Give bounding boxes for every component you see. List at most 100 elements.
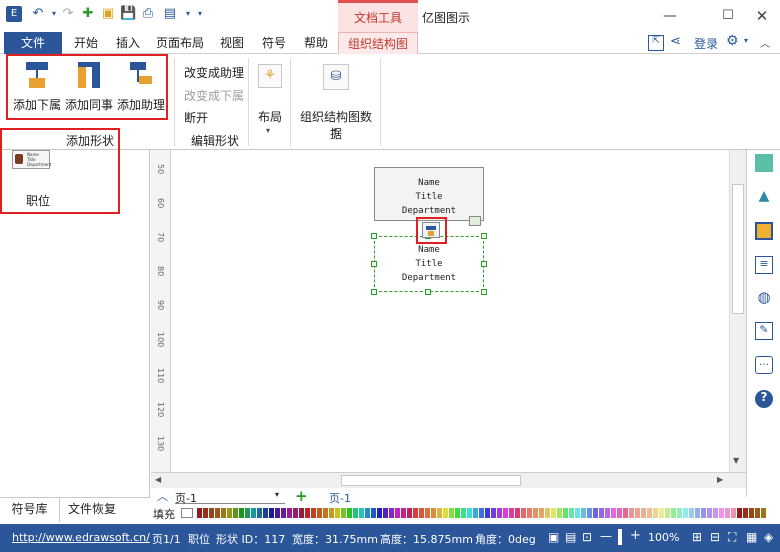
help-icon[interactable]: ? xyxy=(755,390,773,408)
normal-view-icon[interactable]: ▣ xyxy=(548,530,559,544)
color-swatch[interactable] xyxy=(509,508,514,518)
color-swatch[interactable] xyxy=(599,508,604,518)
menu-start[interactable]: 开始 xyxy=(68,32,104,54)
swatch-strip[interactable] xyxy=(197,508,780,518)
color-swatch[interactable] xyxy=(515,508,520,518)
menu-symbol[interactable]: 符号 xyxy=(256,32,292,54)
login-link[interactable]: 登录 xyxy=(694,35,718,52)
color-swatch[interactable] xyxy=(299,508,304,518)
color-swatch[interactable] xyxy=(407,508,412,518)
color-swatch[interactable] xyxy=(389,508,394,518)
color-swatch[interactable] xyxy=(323,508,328,518)
resize-handle[interactable] xyxy=(425,289,431,295)
color-swatch[interactable] xyxy=(755,508,760,518)
menu-help[interactable]: 帮助 xyxy=(298,32,334,54)
fit-width-icon[interactable]: ⊟ xyxy=(710,530,720,544)
color-swatch[interactable] xyxy=(557,508,562,518)
menu-insert[interactable]: 插入 xyxy=(110,32,146,54)
open-icon[interactable]: ▣ xyxy=(100,6,116,22)
color-swatch[interactable] xyxy=(689,508,694,518)
page-tab[interactable]: 页-1 xyxy=(329,490,351,506)
org-shape-top[interactable]: Name Title Department xyxy=(374,167,484,221)
color-swatch[interactable] xyxy=(383,508,388,518)
expand-page-icon[interactable]: ︿ xyxy=(157,488,168,504)
resize-handle[interactable] xyxy=(371,289,377,295)
page-view-icon[interactable]: ▤ xyxy=(565,530,576,544)
color-swatch[interactable] xyxy=(341,508,346,518)
color-swatch[interactable] xyxy=(257,508,262,518)
zoom-out-icon[interactable]: — xyxy=(600,529,612,543)
scrollbar-thumb[interactable] xyxy=(732,184,744,314)
color-swatch[interactable] xyxy=(467,508,472,518)
drawing-page[interactable]: Name Title Department Name Title Departm… xyxy=(171,150,729,472)
scroll-down-icon[interactable]: ▼ xyxy=(733,456,739,465)
tab-symbol-library[interactable]: 符号库 xyxy=(0,498,60,522)
zoom-in-icon[interactable]: + xyxy=(630,528,641,543)
color-swatch[interactable] xyxy=(605,508,610,518)
resize-handle[interactable] xyxy=(481,261,487,267)
minimize-icon[interactable]: — xyxy=(660,6,680,26)
expand-button-icon[interactable] xyxy=(469,216,481,226)
add-subordinate-button[interactable]: 添加下属 xyxy=(12,58,62,116)
page-select[interactable]: 页-1 ▾ xyxy=(175,490,285,505)
add-page-icon[interactable]: + xyxy=(295,487,308,505)
color-swatch[interactable] xyxy=(665,508,670,518)
zoom-level[interactable]: 100% xyxy=(648,531,679,544)
color-swatch[interactable] xyxy=(521,508,526,518)
color-swatch[interactable] xyxy=(335,508,340,518)
no-fill-swatch[interactable] xyxy=(181,508,193,518)
org-shape-selected[interactable]: Name Title Department xyxy=(374,236,484,292)
color-swatch[interactable] xyxy=(683,508,688,518)
layers-icon[interactable] xyxy=(755,222,773,240)
fullscreen-icon[interactable]: ⛶ xyxy=(728,530,736,545)
grid-icon[interactable]: ▦ xyxy=(746,530,757,544)
color-swatch[interactable] xyxy=(419,508,424,518)
image-icon[interactable]: ▲ xyxy=(755,188,773,206)
color-swatch[interactable] xyxy=(617,508,622,518)
color-swatch[interactable] xyxy=(743,508,748,518)
color-swatch[interactable] xyxy=(281,508,286,518)
color-swatch[interactable] xyxy=(707,508,712,518)
color-swatch[interactable] xyxy=(353,508,358,518)
resize-handle[interactable] xyxy=(481,233,487,239)
tab-org-chart[interactable]: 组织结构图 xyxy=(338,32,418,54)
color-swatch[interactable] xyxy=(659,508,664,518)
color-swatch[interactable] xyxy=(239,508,244,518)
color-swatch[interactable] xyxy=(437,508,442,518)
hscroll-thumb[interactable] xyxy=(341,475,521,486)
color-swatch[interactable] xyxy=(305,508,310,518)
color-swatch[interactable] xyxy=(593,508,598,518)
color-swatch[interactable] xyxy=(749,508,754,518)
color-swatch[interactable] xyxy=(731,508,736,518)
color-swatch[interactable] xyxy=(425,508,430,518)
color-swatch[interactable] xyxy=(569,508,574,518)
color-swatch[interactable] xyxy=(203,508,208,518)
color-swatch[interactable] xyxy=(635,508,640,518)
layout-button[interactable]: ⚘ 布局 ▾ xyxy=(254,58,286,144)
close-icon[interactable]: ✕ xyxy=(752,6,772,26)
color-swatch[interactable] xyxy=(695,508,700,518)
color-swatch[interactable] xyxy=(269,508,274,518)
color-swatch[interactable] xyxy=(575,508,580,518)
color-swatch[interactable] xyxy=(317,508,322,518)
color-swatch[interactable] xyxy=(539,508,544,518)
color-swatch[interactable] xyxy=(719,508,724,518)
layers-status-icon[interactable]: ◈ xyxy=(764,530,773,544)
menu-page-layout[interactable]: 页面布局 xyxy=(152,32,208,54)
color-swatch[interactable] xyxy=(347,508,352,518)
color-swatch[interactable] xyxy=(455,508,460,518)
export-icon[interactable]: ▤ xyxy=(162,6,178,22)
color-swatch[interactable] xyxy=(623,508,628,518)
add-colleague-button[interactable]: 添加同事 xyxy=(64,58,114,116)
color-swatch[interactable] xyxy=(413,508,418,518)
presentation-icon[interactable]: ⊡ xyxy=(582,530,592,544)
change-to-assistant-button[interactable]: 改变成助理 xyxy=(184,64,244,81)
color-swatch[interactable] xyxy=(221,508,226,518)
fill-style-icon[interactable] xyxy=(755,154,773,172)
color-swatch[interactable] xyxy=(737,508,742,518)
scroll-right-icon[interactable]: ▶ xyxy=(717,475,723,484)
color-swatch[interactable] xyxy=(497,508,502,518)
color-swatch[interactable] xyxy=(395,508,400,518)
color-swatch[interactable] xyxy=(491,508,496,518)
color-swatch[interactable] xyxy=(431,508,436,518)
